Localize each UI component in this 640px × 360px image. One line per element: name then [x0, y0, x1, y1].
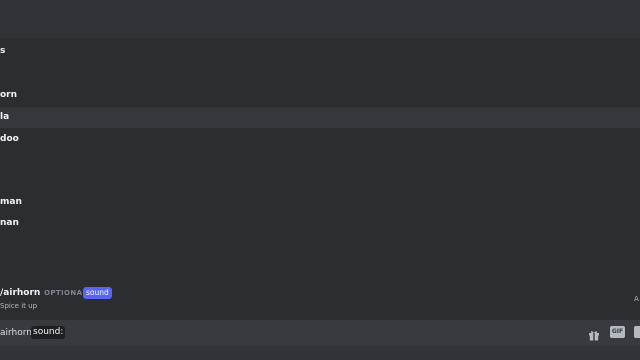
autocomplete-option[interactable]: doo — [0, 129, 640, 150]
autocomplete-option[interactable] — [0, 150, 640, 171]
message-composer[interactable] — [0, 320, 640, 346]
top-strip — [0, 0, 640, 38]
autocomplete-option[interactable]: orn — [0, 85, 640, 106]
autocomplete-option[interactable]: nan — [0, 213, 640, 234]
gif-icon[interactable]: GIF — [610, 326, 625, 338]
optional-tag: OPTIONAL — [44, 289, 88, 297]
param-tag[interactable]: sound — [83, 287, 112, 299]
command-hint-right-text: A — [634, 295, 639, 303]
command-name: /airhorn — [0, 288, 41, 298]
autocomplete-option[interactable]: s — [0, 41, 640, 62]
composer-command[interactable]: airhorn — [0, 326, 32, 340]
composer-param-pill[interactable]: sound: — [31, 326, 66, 339]
command-description: Spice it up — [0, 302, 38, 310]
autocomplete-option[interactable] — [0, 63, 640, 84]
autocomplete-option[interactable] — [0, 171, 640, 192]
gift-icon[interactable] — [588, 326, 600, 341]
sticker-icon[interactable] — [634, 326, 640, 338]
autocomplete-option[interactable]: la — [0, 107, 640, 128]
bottom-strip — [0, 346, 640, 360]
autocomplete-option[interactable]: man — [0, 192, 640, 213]
